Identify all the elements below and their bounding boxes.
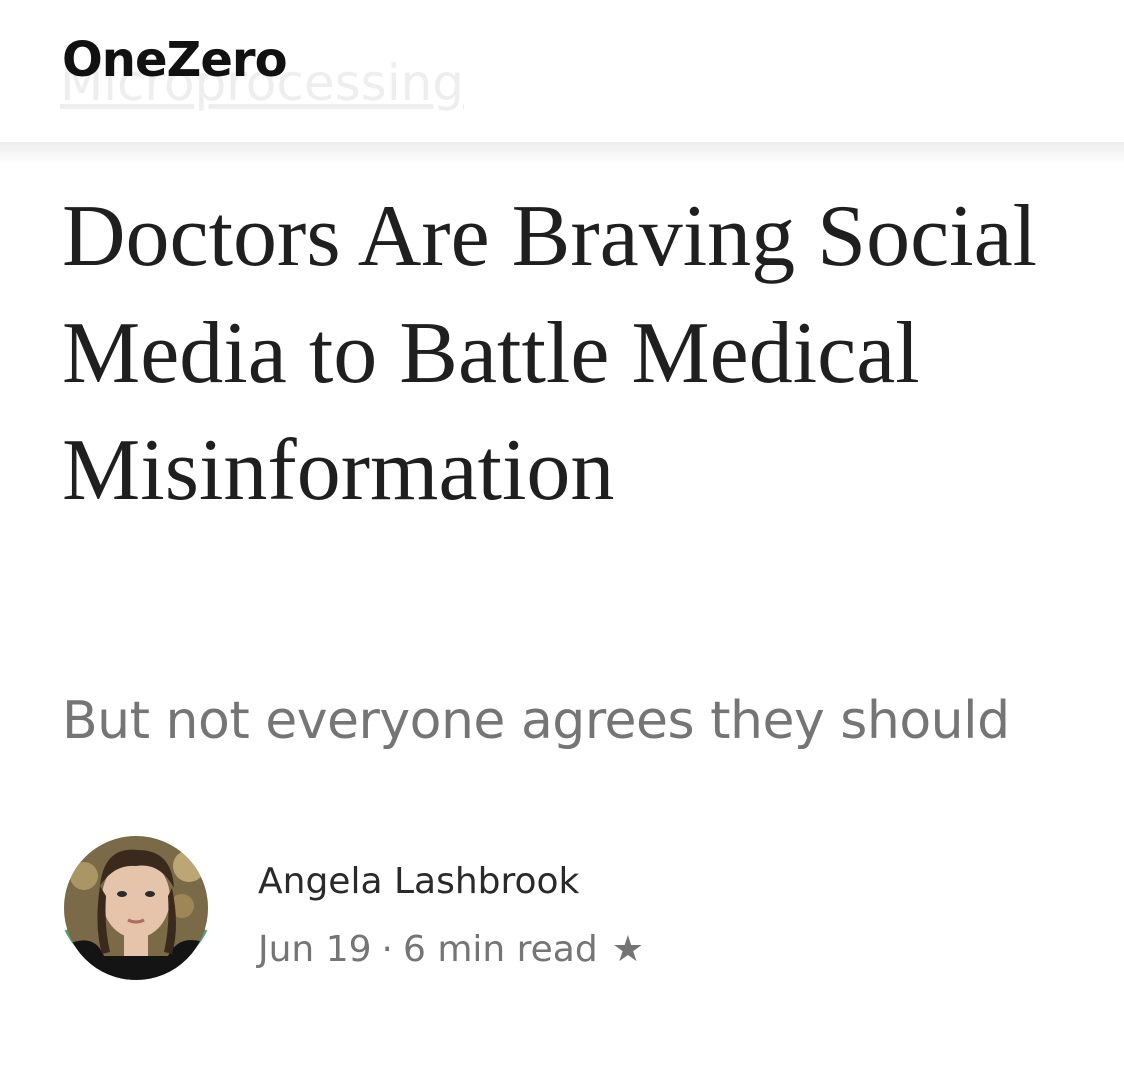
author-photo [64, 836, 208, 980]
header-shadow [0, 142, 1124, 164]
author-avatar [64, 836, 208, 980]
article-meta: Jun 19 · 6 min read ★ [258, 928, 644, 971]
meta-separator: · [381, 929, 393, 970]
article-title: Doctors Are Braving Social Media to Batt… [62, 188, 1038, 519]
star-icon: ★ [611, 929, 644, 970]
publish-date: Jun 19 [258, 929, 372, 970]
author-name[interactable]: Angela Lashbrook [258, 860, 579, 903]
read-time: 6 min read [402, 929, 598, 970]
onezero-logo[interactable]: OneZero [62, 36, 288, 84]
top-bar: Microprocessing OneZero [0, 0, 1124, 142]
author-avatar-link[interactable] [54, 826, 218, 990]
article-subtitle: But not everyone agrees they should [62, 691, 1010, 751]
